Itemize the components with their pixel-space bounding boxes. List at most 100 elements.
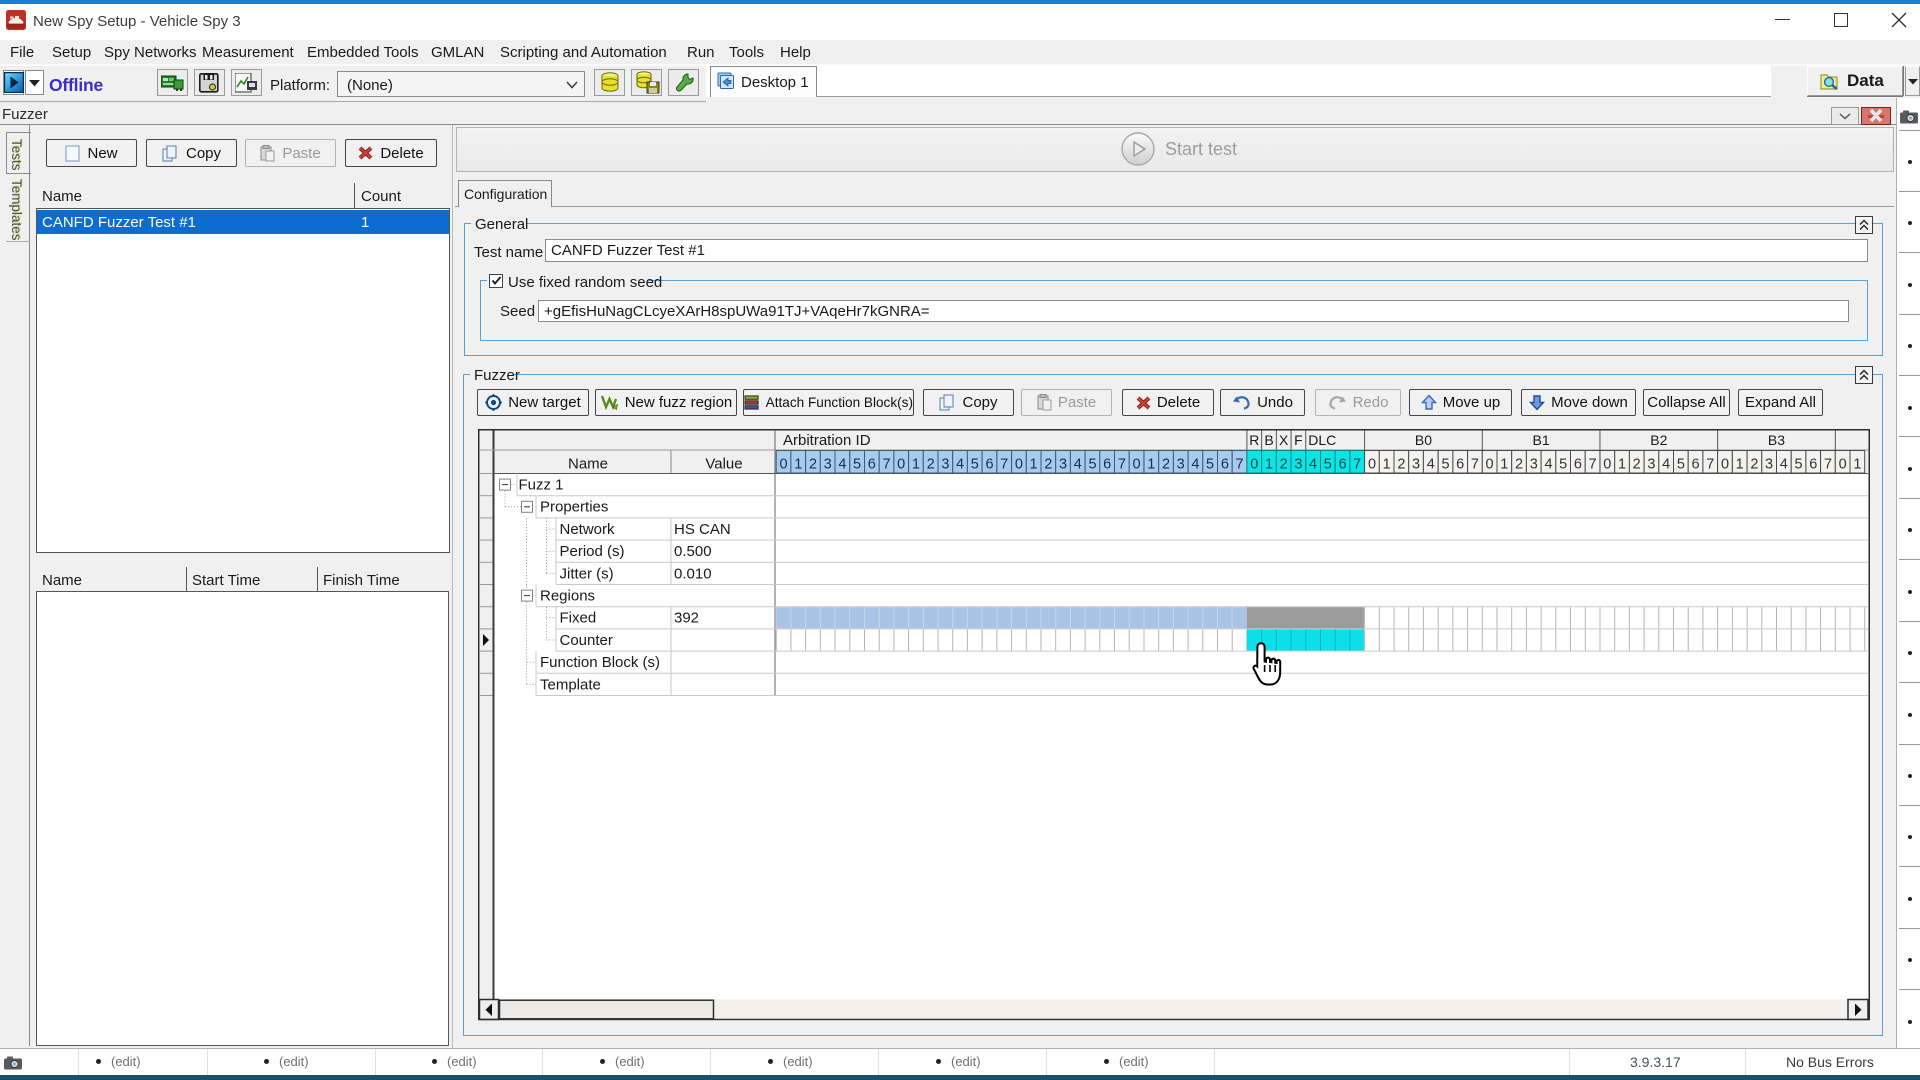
svg-text:1: 1 (1500, 457, 1508, 473)
svg-text:B3: B3 (1768, 432, 1785, 448)
svg-text:1: 1 (1618, 457, 1626, 473)
svg-text:Properties: Properties (540, 499, 608, 516)
svg-text:6: 6 (1103, 457, 1111, 473)
svg-text:Period (s): Period (s) (560, 543, 625, 560)
svg-text:2: 2 (1750, 457, 1758, 473)
svg-text:5: 5 (1324, 457, 1332, 473)
svg-text:6: 6 (1338, 457, 1346, 473)
svg-text:4: 4 (1427, 457, 1435, 473)
svg-text:0: 0 (1486, 457, 1494, 473)
svg-text:2: 2 (1044, 457, 1052, 473)
svg-text:5: 5 (1441, 457, 1449, 473)
svg-text:R: R (1249, 432, 1259, 448)
svg-text:7: 7 (1589, 457, 1597, 473)
svg-text:4: 4 (838, 457, 846, 473)
svg-text:2: 2 (809, 457, 817, 473)
svg-text:4: 4 (1544, 457, 1552, 473)
svg-text:5: 5 (1206, 457, 1214, 473)
svg-text:3: 3 (941, 457, 949, 473)
svg-text:3: 3 (1765, 457, 1773, 473)
svg-text:1: 1 (1736, 457, 1744, 473)
svg-text:2: 2 (1162, 457, 1170, 473)
svg-text:0: 0 (1839, 457, 1847, 473)
svg-text:DLC: DLC (1308, 432, 1336, 448)
svg-text:5: 5 (1677, 457, 1685, 473)
svg-text:0: 0 (1721, 457, 1729, 473)
svg-text:Function Block (s): Function Block (s) (540, 654, 660, 671)
svg-text:F: F (1294, 432, 1303, 448)
svg-text:1: 1 (1265, 457, 1273, 473)
svg-text:0.500: 0.500 (674, 543, 712, 560)
svg-text:392: 392 (674, 610, 699, 627)
svg-text:HS CAN: HS CAN (674, 521, 731, 538)
svg-text:7: 7 (1353, 457, 1361, 473)
svg-text:Template: Template (540, 676, 601, 693)
svg-text:2: 2 (1633, 457, 1641, 473)
svg-text:0: 0 (1368, 457, 1376, 473)
svg-text:2: 2 (1397, 457, 1405, 473)
svg-text:Arbitration ID: Arbitration ID (783, 432, 871, 449)
svg-text:7: 7 (1471, 457, 1479, 473)
svg-text:4: 4 (1309, 457, 1317, 473)
svg-text:1: 1 (1030, 457, 1038, 473)
svg-text:7: 7 (1824, 457, 1832, 473)
svg-text:7: 7 (1236, 457, 1244, 473)
svg-text:5: 5 (971, 457, 979, 473)
svg-text:6: 6 (985, 457, 993, 473)
svg-text:5: 5 (1088, 457, 1096, 473)
svg-text:1: 1 (1853, 457, 1861, 473)
svg-text:4: 4 (1662, 457, 1670, 473)
svg-text:Value: Value (705, 456, 742, 473)
svg-text:0: 0 (1015, 457, 1023, 473)
svg-text:Jitter (s): Jitter (s) (560, 565, 614, 582)
svg-text:2: 2 (1515, 457, 1523, 473)
svg-text:2: 2 (927, 457, 935, 473)
svg-text:3: 3 (824, 457, 832, 473)
svg-text:B0: B0 (1415, 432, 1432, 448)
svg-text:0: 0 (1250, 457, 1258, 473)
svg-text:7: 7 (1706, 457, 1714, 473)
svg-text:3: 3 (1177, 457, 1185, 473)
svg-text:4: 4 (1074, 457, 1082, 473)
svg-text:5: 5 (1794, 457, 1802, 473)
svg-text:6: 6 (1809, 457, 1817, 473)
svg-text:3: 3 (1294, 457, 1302, 473)
svg-text:6: 6 (1221, 457, 1229, 473)
svg-text:6: 6 (1456, 457, 1464, 473)
svg-text:Regions: Regions (540, 588, 595, 605)
svg-text:7: 7 (1118, 457, 1126, 473)
svg-text:7: 7 (1000, 457, 1008, 473)
svg-text:7: 7 (882, 457, 890, 473)
svg-text:B2: B2 (1650, 432, 1667, 448)
svg-text:B: B (1264, 432, 1273, 448)
svg-text:Counter: Counter (560, 632, 613, 649)
svg-text:6: 6 (1692, 457, 1700, 473)
svg-text:4: 4 (1191, 457, 1199, 473)
svg-text:0: 0 (1603, 457, 1611, 473)
svg-text:X: X (1279, 432, 1289, 448)
svg-text:4: 4 (1780, 457, 1788, 473)
svg-text:0: 0 (1133, 457, 1141, 473)
svg-text:1: 1 (1147, 457, 1155, 473)
svg-text:5: 5 (1559, 457, 1567, 473)
svg-text:3: 3 (1647, 457, 1655, 473)
svg-text:Network: Network (560, 521, 616, 538)
svg-text:3: 3 (1059, 457, 1067, 473)
svg-text:4: 4 (956, 457, 964, 473)
svg-text:3: 3 (1412, 457, 1420, 473)
svg-text:1: 1 (912, 457, 920, 473)
svg-text:1: 1 (794, 457, 802, 473)
svg-text:1: 1 (1383, 457, 1391, 473)
svg-text:Fuzz 1: Fuzz 1 (519, 477, 564, 494)
svg-text:3: 3 (1530, 457, 1538, 473)
svg-text:0: 0 (780, 457, 788, 473)
svg-text:0.010: 0.010 (674, 565, 712, 582)
svg-text:5: 5 (853, 457, 861, 473)
svg-text:B1: B1 (1533, 432, 1550, 448)
svg-text:Name: Name (568, 456, 608, 473)
svg-text:Fixed: Fixed (560, 610, 597, 627)
svg-text:2: 2 (1280, 457, 1288, 473)
svg-text:0: 0 (897, 457, 905, 473)
svg-text:6: 6 (868, 457, 876, 473)
svg-text:6: 6 (1574, 457, 1582, 473)
